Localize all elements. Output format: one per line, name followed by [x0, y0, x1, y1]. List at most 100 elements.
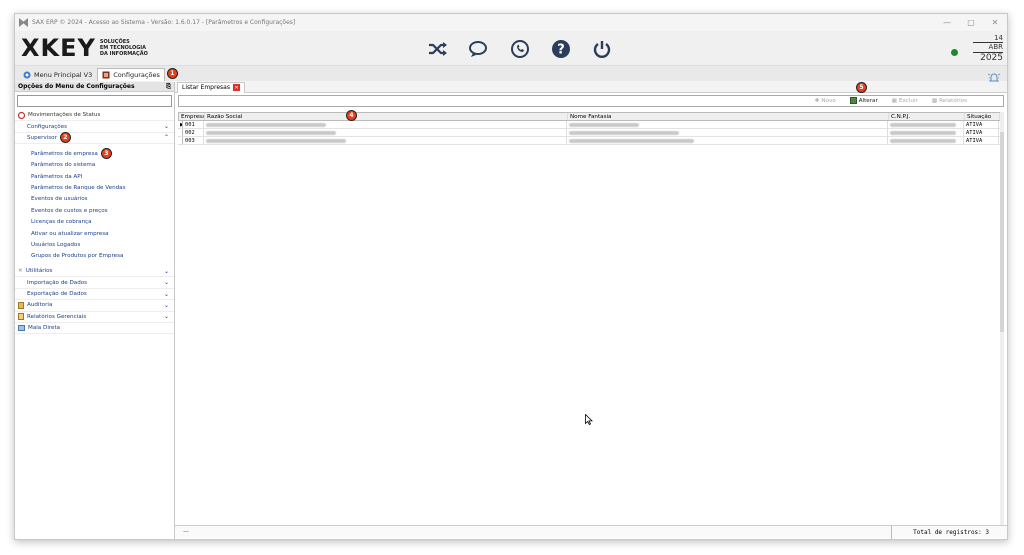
chat-icon[interactable] [467, 37, 491, 61]
minimize-icon[interactable]: — [935, 14, 959, 31]
date-month: ABR [973, 42, 1003, 51]
sidebar-subitem[interactable]: Usuários Logados [15, 239, 174, 250]
chevron-down-icon: ⌄ [163, 290, 169, 298]
sidebar-item-utilitarios[interactable]: ✕ Utilitários ⌄ [15, 266, 174, 278]
table-row[interactable]: ▶ 001 ATIVA 4 [178, 110, 1004, 129]
sidebar-subitem[interactable]: Eventos de custos e preços [15, 205, 174, 216]
column-header-empresa[interactable]: Empresa [179, 113, 205, 120]
edit-icon [849, 97, 857, 104]
footer-separator [891, 526, 892, 539]
action-label: Novo [821, 97, 836, 104]
sidebar-subitem-label: Parâmetros da API [31, 173, 83, 180]
table-row[interactable]: 002 ATIVA [178, 129, 1004, 137]
sidebar-subitem[interactable]: Parâmetros do sistema [15, 160, 174, 171]
sidebar-item-importacao[interactable]: Importação de Dados ⌄ [15, 277, 174, 289]
table-row[interactable]: 003 ATIVA [178, 137, 1004, 145]
sidebar: Opções do Menu de Configurações ⎘ Movime… [15, 82, 175, 539]
date-display: 14 ABR 2025 [973, 34, 1003, 63]
sidebar-item-label: Relatórios Gerenciais [27, 313, 87, 320]
sidebar-item-relatorios[interactable]: Relatórios Gerenciais ⌄ [15, 312, 174, 324]
cell-razao-social-redacted [204, 129, 567, 136]
power-icon[interactable] [590, 37, 614, 61]
sidebar-item-movimentacoes[interactable]: Movimentações de Status [15, 110, 174, 122]
sidebar-item-label: Importação de Dados [27, 279, 88, 286]
cell-situacao: ATIVA [964, 121, 999, 128]
vertical-scrollbar[interactable] [1000, 112, 1004, 532]
printer-icon: ▩ [931, 97, 938, 104]
close-icon[interactable]: ✕ [983, 14, 1007, 31]
title-bar: SAX ERP © 2024 - Acesso ao Sistema - Ver… [15, 14, 1007, 31]
sidebar-subitem-label: Licenças de cobrança [31, 219, 92, 226]
sidebar-item-label: Exportação de Dados [27, 291, 87, 298]
edit-button[interactable]: Alterar [849, 97, 878, 104]
app-window: SAX ERP © 2024 - Acesso ao Sistema - Ver… [14, 13, 1008, 540]
sidebar-item-configuracoes[interactable]: Configurações ⌄ [15, 121, 174, 133]
audit-icon [18, 301, 24, 309]
sidebar-item-label: Mala Direta [28, 325, 61, 332]
tab-configuracoes[interactable]: Configurações [97, 68, 165, 81]
sidebar-subitem[interactable]: Parâmetros de Ranque de Vendas [15, 182, 174, 193]
sidebar-item-label: Auditoria [27, 302, 53, 309]
sidebar-subitem[interactable]: Ativar ou atualizar empresa [15, 228, 174, 239]
help-icon[interactable]: ? [549, 37, 573, 61]
tab-listar-empresas[interactable]: Listar Empresas ✕ [177, 81, 245, 93]
status-icon [18, 111, 25, 119]
tab-label: Configurações [113, 71, 160, 79]
sidebar-subitem-label: Parâmetros de Ranque de Vendas [31, 185, 126, 192]
cell-nome-fantasia-redacted [567, 137, 888, 144]
column-header-razao-social[interactable]: Razão Social [205, 113, 568, 120]
sidebar-subitem[interactable]: Eventos de usuários [15, 194, 174, 205]
cell-empresa: 003 [183, 137, 204, 144]
cell-situacao: ATIVA [964, 129, 999, 136]
sidebar-item-supervisor[interactable]: Supervisor 2 ⌃ [15, 132, 174, 145]
step-badge-5: 5 [856, 82, 867, 93]
action-label: Excluir [899, 97, 918, 104]
reports-button[interactable]: ▩ Relatórios [932, 97, 967, 104]
step-badge-4: 4 [346, 110, 357, 121]
cell-cnpj-redacted [888, 121, 964, 128]
scrollbar-thumb[interactable] [1000, 132, 1004, 332]
cell-cnpj-redacted [888, 137, 964, 144]
sidebar-item-auditoria[interactable]: Auditoria ⌄ [15, 300, 174, 312]
svg-text:?: ? [557, 43, 565, 58]
pin-icon[interactable]: ⎘ [166, 83, 171, 91]
delete-button[interactable]: ▦ Excluir [892, 97, 918, 104]
sidebar-search-input[interactable] [17, 95, 172, 107]
status-footer: — Total de registros: 3 [175, 525, 1007, 539]
column-header-situacao[interactable]: Situação [965, 113, 1000, 120]
chevron-down-icon: ⌄ [163, 267, 169, 275]
logo-text: XKEY [21, 34, 96, 62]
sidebar-item-mala-direta[interactable]: Mala Direta [15, 323, 174, 335]
whatsapp-icon[interactable] [508, 37, 532, 61]
app-tabs: Menu Principal V3 Configurações 1 [15, 66, 1007, 82]
sidebar-subitem[interactable]: Grupos de Produtos por Empresa [15, 251, 174, 262]
new-icon: ✚ [814, 97, 820, 104]
sidebar-subitem-parametros-empresa[interactable]: Parâmetros de empresa 3 [15, 148, 174, 160]
sidebar-subitem-label: Grupos de Produtos por Empresa [31, 253, 124, 260]
grid-header: Empresa Razão Social Nome Fantasia C.N.P… [178, 112, 1004, 121]
footer-dash: — [183, 528, 189, 535]
action-label: Relatórios [939, 97, 967, 104]
sidebar-subitem-label: Eventos de usuários [31, 196, 88, 203]
chevron-down-icon: ⌄ [163, 301, 169, 309]
sidebar-item-label: Movimentações de Status [28, 112, 101, 119]
report-icon [18, 313, 24, 321]
sidebar-item-exportacao[interactable]: Exportação de Dados ⌄ [15, 289, 174, 301]
maximize-icon[interactable]: ▢ [959, 14, 983, 31]
close-tab-icon[interactable]: ✕ [232, 84, 240, 91]
action-toolbar: ✚ Novo Alterar ▦ Excluir ▩ Relatórios [815, 97, 967, 104]
column-header-nome-fantasia[interactable]: Nome Fantasia [568, 113, 889, 120]
sidebar-subitem[interactable]: Licenças de cobrança [15, 217, 174, 228]
new-button[interactable]: ✚ Novo [815, 97, 836, 104]
shuffle-icon[interactable] [426, 37, 450, 61]
date-day: 14 [994, 34, 1003, 42]
chevron-down-icon: ⌄ [163, 279, 169, 287]
xkey-logo: XKEY SOLUÇÕES EM TECNOLOGIA DA INFORMAÇÃ… [21, 35, 148, 61]
connection-status-icon [951, 49, 958, 56]
menu-icon [23, 71, 31, 78]
column-header-cnpj[interactable]: C.N.P.J. [889, 113, 965, 120]
sidebar-subitem[interactable]: Parâmetros da API [15, 171, 174, 182]
chevron-up-icon: ⌃ [163, 134, 169, 142]
tab-menu-principal[interactable]: Menu Principal V3 [18, 68, 97, 81]
sidebar-item-label: Utilitários [25, 268, 53, 275]
